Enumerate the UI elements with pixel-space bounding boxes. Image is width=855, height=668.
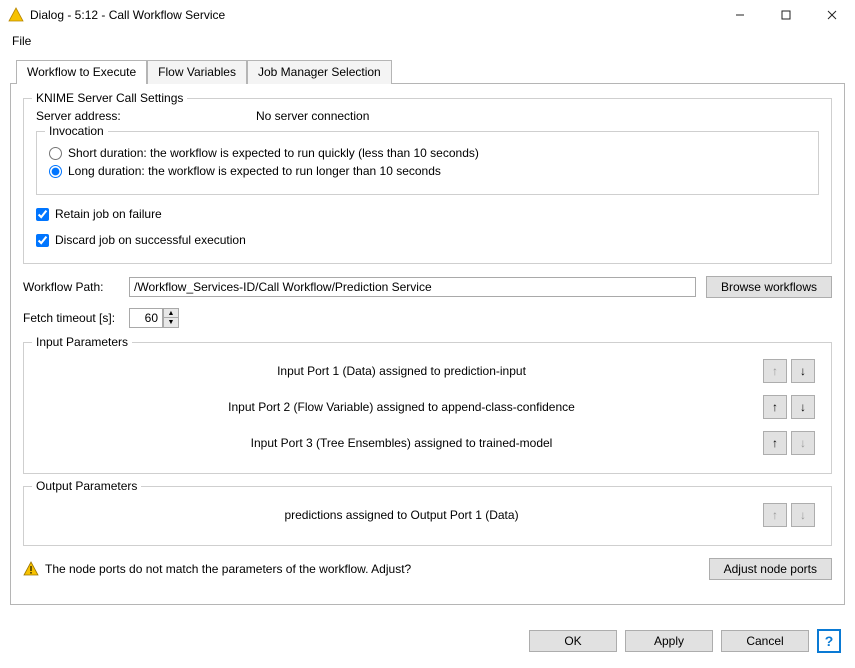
dialog-buttons: OK Apply Cancel ? [0, 624, 855, 668]
adjust-node-ports-button[interactable]: Adjust node ports [709, 558, 832, 580]
arrow-up-icon: ↑ [772, 508, 778, 522]
server-address-label: Server address: [36, 109, 256, 123]
input-param-1-label: Input Port 1 (Data) assigned to predicti… [40, 364, 763, 378]
invocation-short-input[interactable] [49, 147, 62, 160]
input-param-2-up[interactable]: ↑ [763, 395, 787, 419]
maximize-button[interactable] [763, 0, 809, 30]
arrow-down-icon: ↓ [800, 508, 806, 522]
browse-workflows-button[interactable]: Browse workflows [706, 276, 832, 298]
output-parameters-title: Output Parameters [32, 479, 141, 493]
menu-file[interactable]: File [6, 32, 37, 50]
invocation-short-radio[interactable]: Short duration: the workflow is expected… [49, 146, 806, 160]
retain-job-input[interactable] [36, 208, 49, 221]
ok-button[interactable]: OK [529, 630, 617, 652]
input-param-row-1: Input Port 1 (Data) assigned to predicti… [36, 353, 819, 389]
client-area: Workflow to Execute Flow Variables Job M… [0, 52, 855, 668]
input-param-3-up[interactable]: ↑ [763, 431, 787, 455]
retain-job-label: Retain job on failure [55, 207, 162, 221]
tab-strip: Workflow to Execute Flow Variables Job M… [16, 60, 845, 84]
discard-job-label: Discard job on successful execution [55, 233, 246, 247]
input-param-2-down[interactable]: ↓ [791, 395, 815, 419]
titlebar: Dialog - 5:12 - Call Workflow Service [0, 0, 855, 30]
tab-flow-variables[interactable]: Flow Variables [147, 60, 247, 84]
invocation-long-label: Long duration: the workflow is expected … [68, 164, 441, 178]
tab-workflow-to-execute[interactable]: Workflow to Execute [16, 60, 147, 84]
arrow-up-icon: ↑ [772, 364, 778, 378]
server-call-settings-group: KNIME Server Call Settings Server addres… [23, 98, 832, 264]
menubar: File [0, 30, 855, 52]
invocation-short-label: Short duration: the workflow is expected… [68, 146, 479, 160]
warning-row: The node ports do not match the paramete… [23, 558, 832, 580]
retain-job-checkbox[interactable]: Retain job on failure [36, 207, 819, 221]
invocation-long-input[interactable] [49, 165, 62, 178]
server-address-row: Server address: No server connection [36, 109, 819, 123]
arrow-down-icon: ↓ [800, 436, 806, 450]
input-parameters-title: Input Parameters [32, 335, 132, 349]
apply-button[interactable]: Apply [625, 630, 713, 652]
output-param-1-label: predictions assigned to Output Port 1 (D… [40, 508, 763, 522]
cancel-button[interactable]: Cancel [721, 630, 809, 652]
workflow-path-label: Workflow Path: [23, 280, 119, 294]
input-param-2-label: Input Port 2 (Flow Variable) assigned to… [40, 400, 763, 414]
input-parameters-group: Input Parameters Input Port 1 (Data) ass… [23, 342, 832, 474]
arrow-down-icon: ↓ [800, 400, 806, 414]
discard-job-input[interactable] [36, 234, 49, 247]
help-icon: ? [825, 633, 834, 649]
discard-job-checkbox[interactable]: Discard job on successful execution [36, 233, 819, 247]
input-param-row-3: Input Port 3 (Tree Ensembles) assigned t… [36, 425, 819, 461]
fetch-timeout-down[interactable]: ▼ [163, 318, 179, 328]
fetch-timeout-spinner[interactable]: ▲ ▼ [129, 308, 179, 328]
server-call-settings-title: KNIME Server Call Settings [32, 91, 187, 105]
close-button[interactable] [809, 0, 855, 30]
tab-panel: KNIME Server Call Settings Server addres… [10, 83, 845, 605]
fetch-timeout-input[interactable] [129, 308, 163, 328]
input-param-row-2: Input Port 2 (Flow Variable) assigned to… [36, 389, 819, 425]
help-button[interactable]: ? [817, 629, 841, 653]
arrow-up-icon: ↑ [772, 436, 778, 450]
output-param-row-1: predictions assigned to Output Port 1 (D… [36, 497, 819, 533]
fetch-timeout-row: Fetch timeout [s]: ▲ ▼ [23, 308, 832, 328]
arrow-down-icon: ↓ [800, 364, 806, 378]
tab-job-manager-selection[interactable]: Job Manager Selection [247, 60, 392, 84]
warning-icon [23, 561, 39, 577]
arrow-up-icon: ↑ [772, 400, 778, 414]
warning-text: The node ports do not match the paramete… [45, 562, 411, 576]
window-title: Dialog - 5:12 - Call Workflow Service [30, 8, 717, 22]
output-parameters-group: Output Parameters predictions assigned t… [23, 486, 832, 546]
invocation-title: Invocation [45, 124, 108, 138]
input-param-3-label: Input Port 3 (Tree Ensembles) assigned t… [40, 436, 763, 450]
fetch-timeout-up[interactable]: ▲ [163, 308, 179, 318]
minimize-button[interactable] [717, 0, 763, 30]
workflow-path-row: Workflow Path: Browse workflows [23, 276, 832, 298]
input-param-3-down[interactable]: ↓ [791, 431, 815, 455]
window-controls [717, 0, 855, 30]
output-param-1-up[interactable]: ↑ [763, 503, 787, 527]
invocation-long-radio[interactable]: Long duration: the workflow is expected … [49, 164, 806, 178]
input-param-1-up[interactable]: ↑ [763, 359, 787, 383]
input-param-1-down[interactable]: ↓ [791, 359, 815, 383]
app-icon [8, 7, 24, 23]
server-address-value: No server connection [256, 109, 369, 123]
output-param-1-down[interactable]: ↓ [791, 503, 815, 527]
fetch-timeout-label: Fetch timeout [s]: [23, 311, 129, 325]
workflow-path-input[interactable] [129, 277, 696, 297]
invocation-group: Invocation Short duration: the workflow … [36, 131, 819, 195]
